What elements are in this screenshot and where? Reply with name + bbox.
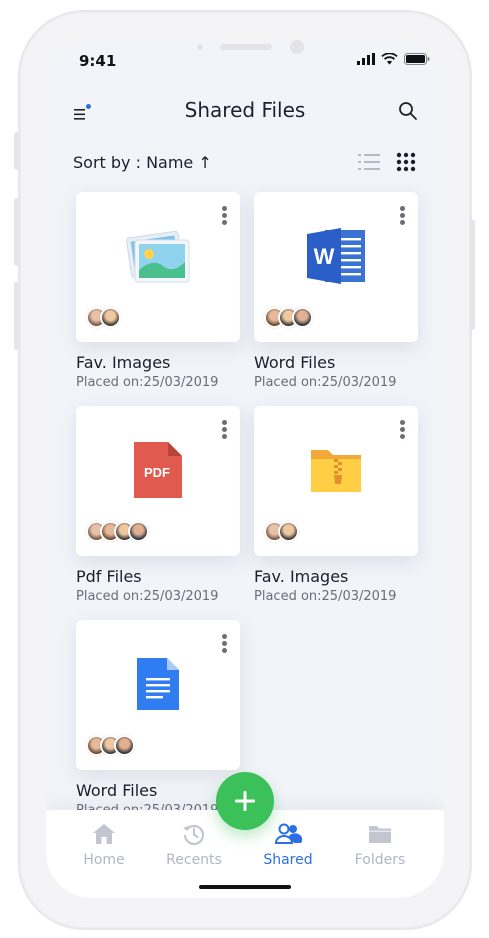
tab-label: Folders — [354, 852, 406, 868]
phone-speaker — [220, 44, 272, 50]
battery-icon — [404, 53, 430, 65]
svg-text:PDF: PDF — [144, 465, 170, 480]
phone-side-button — [470, 220, 475, 330]
status-icons — [357, 53, 430, 65]
tab-home[interactable]: Home — [64, 820, 144, 868]
tab-recents[interactable]: Recents — [154, 820, 234, 868]
search-icon[interactable] — [398, 101, 418, 121]
file-date: Placed on:25/03/2019 — [254, 589, 397, 604]
file-tile[interactable]: W Word Files Placed on:25/03/2019 — [254, 192, 418, 390]
file-card[interactable]: W — [254, 192, 418, 342]
grid-view-icon[interactable] — [396, 152, 416, 172]
file-date: Placed on:25/03/2019 — [76, 589, 219, 604]
file-name: Fav. Images — [254, 567, 349, 586]
phone-side-button — [14, 198, 19, 266]
avatar — [100, 307, 121, 328]
shared-icon — [274, 823, 302, 844]
file-tile[interactable]: Fav. Images Placed on:25/03/2019 — [76, 192, 240, 390]
tab-label: Home — [83, 852, 125, 868]
svg-text:W: W — [314, 244, 335, 269]
file-card[interactable] — [254, 406, 418, 556]
file-name: Fav. Images — [76, 353, 171, 372]
phone-side-button — [14, 282, 19, 350]
phone-side-button — [14, 132, 19, 170]
page-title: Shared Files — [184, 98, 306, 122]
phone-sensor — [290, 40, 304, 54]
file-name: Word Files — [254, 353, 336, 372]
tab-label: Recents — [166, 852, 222, 868]
tab-folders[interactable]: Folders — [340, 820, 420, 868]
file-tile[interactable]: Word Files Placed on:25/03/2019 — [76, 620, 240, 818]
file-card[interactable] — [76, 192, 240, 342]
zip-folder-icon — [311, 450, 361, 492]
home-indicator — [199, 885, 291, 889]
word-icon: W — [307, 228, 365, 284]
avatar — [128, 521, 149, 542]
file-card[interactable]: PDF — [76, 406, 240, 556]
google-doc-icon — [137, 658, 179, 710]
file-card[interactable] — [76, 620, 240, 770]
file-date: Placed on:25/03/2019 — [254, 375, 397, 390]
add-file-button[interactable] — [216, 772, 274, 830]
list-view-icon[interactable] — [358, 152, 380, 172]
sort-selector[interactable]: Sort by : Name ↑ — [73, 153, 212, 172]
phone-camera — [197, 44, 203, 50]
folder-icon — [369, 826, 391, 843]
pdf-icon: PDF — [134, 442, 182, 498]
avatar — [114, 735, 135, 756]
tab-shared[interactable]: Shared — [248, 820, 328, 868]
app-screen: 9:41 Shared Files Sort by : Name ↑ Fav. … — [46, 40, 444, 898]
images-icon — [126, 230, 190, 283]
wifi-icon — [381, 53, 398, 65]
status-time: 9:41 — [79, 52, 117, 70]
file-date: Placed on:25/03/2019 — [76, 375, 219, 390]
avatar — [278, 521, 299, 542]
recents-icon — [183, 824, 205, 846]
file-name: Pdf Files — [76, 567, 142, 586]
avatar — [292, 307, 313, 328]
file-tile[interactable]: Fav. Images Placed on:25/03/2019 — [254, 406, 418, 604]
signal-icon — [357, 53, 375, 65]
tab-label: Shared — [263, 852, 313, 868]
home-icon — [93, 824, 115, 844]
plus-icon — [235, 791, 255, 811]
file-tile[interactable]: PDF Pdf Files Placed on:25/03/2019 — [76, 406, 240, 604]
